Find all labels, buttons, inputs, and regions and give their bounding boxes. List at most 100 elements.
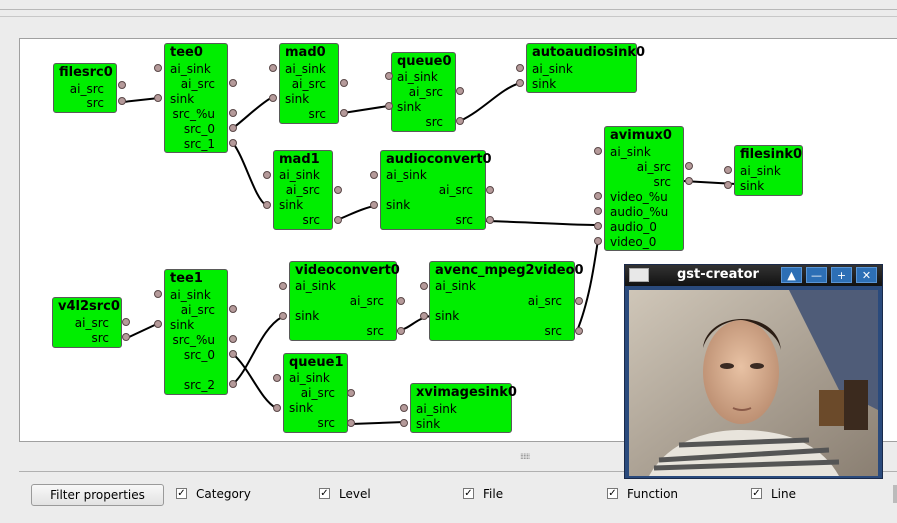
node-xvimagesink0[interactable]: xvimagesink0 ai_sink sink (410, 383, 517, 433)
pad-dot[interactable] (575, 297, 583, 305)
pad-dot[interactable] (229, 109, 237, 117)
node-audioconvert0[interactable]: audioconvert0 ai_sink ai_src sink src (380, 150, 492, 230)
pad-dot[interactable] (273, 374, 281, 382)
level-checkbox[interactable]: ✓ (319, 488, 330, 499)
link-audioconvert-avimux (484, 220, 599, 226)
pad-dot[interactable] (229, 79, 237, 87)
shade-button[interactable]: ▲ (781, 267, 802, 283)
pad-dot[interactable] (334, 186, 342, 194)
node-autoaudiosink0[interactable]: autoaudiosink0 ai_sink sink (526, 43, 645, 93)
pad-dot[interactable] (486, 186, 494, 194)
close-button[interactable]: ✕ (856, 267, 877, 283)
pad-dot[interactable] (263, 171, 271, 179)
pad-dot[interactable] (347, 419, 355, 427)
pad-dot[interactable] (118, 97, 126, 105)
pad-dot[interactable] (594, 192, 602, 200)
pad-dot[interactable] (229, 335, 237, 343)
category-checkbox[interactable]: ✓ (176, 488, 187, 499)
pad-dot[interactable] (594, 207, 602, 215)
node-tee0[interactable]: tee0 ai_sink ai_src sink src_%u src_0 sr… (164, 43, 228, 153)
link-tee0-mad1 (232, 142, 267, 206)
pad-dot[interactable] (154, 290, 162, 298)
pad-label: audio_0 (610, 220, 657, 234)
pad-dot[interactable] (154, 320, 162, 328)
node-mad1[interactable]: mad1 ai_sink ai_src sink src (273, 150, 333, 230)
pad-dot[interactable] (575, 327, 583, 335)
pad-dot[interactable] (385, 102, 393, 110)
pad-label: ai_sink (386, 168, 427, 182)
file-checkbox[interactable]: ✓ (463, 488, 474, 499)
pad-dot[interactable] (340, 79, 348, 87)
pad-dot[interactable] (269, 94, 277, 102)
pad-label: ai_sink (295, 279, 336, 293)
pad-dot[interactable] (229, 350, 237, 358)
pad-dot[interactable] (400, 419, 408, 427)
pad-dot[interactable] (347, 389, 355, 397)
pad-label: src (653, 175, 671, 189)
pad-dot[interactable] (269, 64, 277, 72)
top-divider (0, 9, 897, 10)
pad-dot[interactable] (385, 72, 393, 80)
node-v4l2src0[interactable]: v4l2src0 ai_src src (52, 297, 122, 348)
pad-dot[interactable] (334, 216, 342, 224)
node-title: xvimagesink0 (416, 385, 517, 400)
node-tee1[interactable]: tee1 ai_sink ai_src sink src_%u src_0 sr… (164, 269, 228, 395)
node-filesink0[interactable]: filesink0 ai_sink sink (734, 145, 803, 196)
pad-dot[interactable] (229, 139, 237, 147)
window-titlebar[interactable]: gst-creator ▲ — + ✕ (625, 265, 882, 286)
pad-dot[interactable] (594, 237, 602, 245)
pad-dot[interactable] (400, 404, 408, 412)
node-videoconvert0[interactable]: videoconvert0 ai_sink ai_src sink src (289, 261, 400, 341)
pad-dot[interactable] (154, 64, 162, 72)
pad-dot[interactable] (685, 162, 693, 170)
pad-dot[interactable] (594, 222, 602, 230)
pad-label: ai_sink (610, 145, 651, 159)
pad-label: sink (435, 309, 460, 323)
pad-dot[interactable] (724, 181, 732, 189)
pad-dot[interactable] (118, 81, 126, 89)
node-queue1[interactable]: queue1 ai_sink ai_src sink src (283, 353, 348, 433)
pad-dot[interactable] (273, 404, 281, 412)
pad-dot[interactable] (122, 318, 130, 326)
pad-dot[interactable] (456, 117, 464, 125)
pad-dot[interactable] (122, 333, 130, 341)
node-avenc-mpeg2video0[interactable]: avenc_mpeg2video0 ai_sink ai_src sink sr… (429, 261, 584, 341)
pad-dot[interactable] (397, 327, 405, 335)
pad-dot[interactable] (685, 177, 693, 185)
pad-dot[interactable] (486, 216, 494, 224)
pad-label: ai_src (285, 183, 320, 197)
node-filesrc0[interactable]: filesrc0 ai_src src (53, 63, 117, 113)
pad-label: ai_src (180, 303, 215, 317)
window-menu-icon[interactable] (629, 268, 649, 282)
pad-dot[interactable] (456, 87, 464, 95)
pad-dot[interactable] (420, 282, 428, 290)
maximize-button[interactable]: + (831, 267, 852, 283)
pad-dot[interactable] (229, 305, 237, 313)
pad-dot[interactable] (370, 201, 378, 209)
pad-dot[interactable] (229, 380, 237, 388)
pad-dot[interactable] (279, 282, 287, 290)
pad-dot[interactable] (397, 297, 405, 305)
pad-dot[interactable] (370, 171, 378, 179)
pad-dot[interactable] (279, 312, 287, 320)
video-window[interactable]: gst-creator ▲ — + ✕ (624, 264, 883, 479)
node-mad0[interactable]: mad0 ai_sink ai_src sink src (279, 43, 339, 124)
filter-properties-button[interactable]: Filter properties (31, 484, 164, 506)
line-checkbox[interactable]: ✓ (751, 488, 762, 499)
pad-dot[interactable] (154, 94, 162, 102)
pad-label: ai_src (291, 77, 326, 91)
minimize-button[interactable]: — (806, 267, 827, 283)
pad-dot[interactable] (724, 166, 732, 174)
link-queue0-autoaudiosink (459, 82, 521, 122)
pad-dot[interactable] (263, 201, 271, 209)
pad-dot[interactable] (340, 109, 348, 117)
node-queue0[interactable]: queue0 ai_sink ai_src sink src (391, 52, 456, 132)
function-checkbox[interactable]: ✓ (607, 488, 618, 499)
pad-dot[interactable] (420, 312, 428, 320)
pad-dot[interactable] (516, 64, 524, 72)
splitter-handle[interactable]: ⁞⁞⁞⁞⁞⁞ (520, 452, 530, 461)
pad-dot[interactable] (594, 147, 602, 155)
pad-dot[interactable] (229, 124, 237, 132)
pad-dot[interactable] (516, 79, 524, 87)
node-avimux0[interactable]: avimux0 ai_sink ai_src src video_%u audi… (604, 126, 684, 251)
